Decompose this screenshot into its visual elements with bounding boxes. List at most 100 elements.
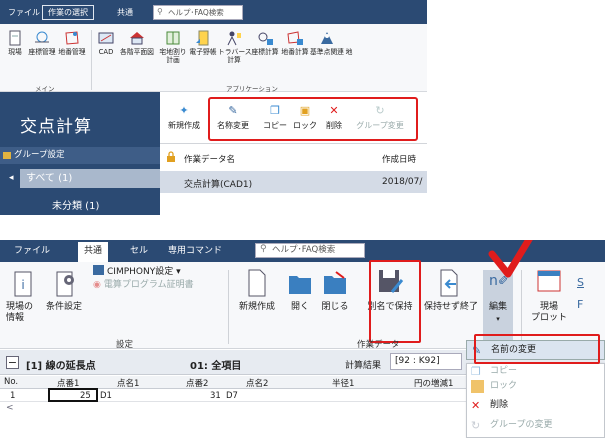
chevron-down-icon: ▾: [496, 315, 500, 323]
delete-icon: ✕: [471, 399, 481, 412]
calc-result-field[interactable]: [92 : K92]: [390, 353, 462, 370]
grid-icon: [166, 31, 180, 45]
site-info-button[interactable]: i 現場の 情報: [6, 271, 40, 324]
toolbar-new-button[interactable]: ✦ 新規作成: [166, 104, 202, 131]
grid-header-circle1[interactable]: 円の増減1: [414, 377, 453, 389]
save-as-highlight: [369, 260, 421, 343]
tab-common[interactable]: 共通: [78, 242, 109, 262]
ribbon-field-book[interactable]: 電子野帳: [188, 30, 218, 56]
condition-setting-button[interactable]: 条件設定: [44, 271, 84, 313]
cimphony-icon: [93, 265, 104, 275]
ribbon-cad[interactable]: CAD: [95, 30, 117, 56]
ribbon-lot-calc[interactable]: 地番計算: [280, 30, 310, 56]
ribbon-more[interactable]: 地: [344, 30, 354, 56]
cad-icon: [98, 32, 114, 44]
page-title: 交点計算: [20, 117, 92, 137]
exit-icon: [440, 269, 458, 297]
certificate-icon: ◉: [93, 280, 101, 290]
tree-item-uncategorized[interactable]: 未分類 (1): [52, 197, 99, 212]
program-certificate-button[interactable]: ◉ 電算プログラム証明書: [93, 277, 194, 290]
surveyor-icon: [227, 31, 241, 46]
lot-icon: [65, 31, 79, 45]
ribbon-floor-plan[interactable]: 各階平面図: [117, 30, 157, 56]
group-setting-label: 設定: [116, 340, 134, 350]
row-date: 2018/07/: [382, 177, 423, 187]
cell-name1: D1: [100, 391, 112, 401]
document-icon: [9, 30, 21, 46]
info-icon: i: [14, 271, 32, 297]
ribbon-side-letter[interactable]: S: [577, 276, 584, 289]
search-icon: ⚲: [260, 244, 267, 254]
house-icon: [130, 32, 144, 45]
field-book-icon: [196, 30, 209, 46]
group-workdata-label: 作業データ: [357, 340, 400, 350]
expand-arrow-icon[interactable]: ◂: [9, 173, 14, 183]
menu-item-change-group[interactable]: ↻ グループの変更: [466, 416, 605, 435]
rename-highlight: [474, 334, 600, 364]
benchmark-icon: [321, 32, 333, 44]
new-document-icon: [248, 269, 266, 297]
grid-header-no[interactable]: No.: [4, 377, 18, 387]
record-title: [1] 線の延長点: [26, 361, 96, 372]
help-search-input[interactable]: ⚲ ヘルプ･FAQ検索: [153, 5, 243, 20]
lock-icon: [471, 380, 484, 393]
ribbon-coord-mgmt[interactable]: 座標管理: [27, 30, 57, 56]
calc-result-label: 計算結果: [345, 361, 382, 371]
column-header-date[interactable]: 作成日時: [382, 153, 416, 165]
ribbon-coord-calc[interactable]: 座標計算: [250, 30, 280, 56]
grid-header-name1[interactable]: 点名1: [117, 377, 139, 389]
folder-open-icon: [289, 276, 311, 294]
ribbon-lot-mgmt[interactable]: 地番管理: [57, 30, 87, 56]
ribbon-site[interactable]: 現場: [3, 30, 27, 56]
scroll-left-icon[interactable]: <: [6, 403, 14, 413]
grid-header-name2[interactable]: 点名2: [246, 377, 268, 389]
grid-header-radius1[interactable]: 半径1: [332, 377, 354, 389]
divider: [160, 143, 427, 144]
close-button[interactable]: 閉じる: [320, 271, 350, 313]
svg-text:i: i: [21, 278, 24, 292]
help-search-input[interactable]: ⚲ ヘルプ･FAQ検索: [255, 243, 365, 258]
grid-header-point2[interactable]: 点番2: [186, 377, 208, 389]
ribbon-lot-plan[interactable]: 宅地割り 計画: [158, 30, 188, 64]
cell-point2: 31: [210, 391, 221, 401]
folder-close-icon: [324, 271, 346, 294]
column-header-name[interactable]: 作業データ名: [184, 153, 235, 165]
ribbon-traverse[interactable]: トラバース 計算: [218, 30, 252, 64]
calc-lot-icon: [287, 31, 303, 45]
ribbon-divider: [91, 30, 92, 90]
ribbon-side-letter[interactable]: F: [577, 298, 583, 311]
new-icon: ✦: [179, 104, 189, 117]
menu-item-lock[interactable]: ロック: [466, 377, 605, 396]
site-plot-button[interactable]: 現場 プロット: [527, 270, 571, 324]
tab-common[interactable]: 共通: [112, 4, 138, 24]
group-setting-button[interactable]: グループ設定: [0, 147, 160, 164]
folder-icon: [3, 152, 11, 159]
cell-point1: 25: [80, 391, 91, 401]
exit-without-save-button[interactable]: 保持せず終了: [422, 269, 480, 313]
top-screenshot: ファイル 作業の選択 共通 ⚲ ヘルプ･FAQ検索 現場 座標管理 地番管理 CA…: [0, 0, 427, 215]
cimphony-setting-button[interactable]: CIMPHONY設定 ▾: [93, 264, 181, 277]
bottom-screenshot: ファイル 共通 セル 専用コマンド ⚲ ヘルプ･FAQ検索 i 現場の 情報 条件…: [0, 240, 605, 438]
new-button[interactable]: 新規作成: [233, 269, 281, 313]
open-button[interactable]: 開く: [285, 276, 315, 313]
tab-file[interactable]: ファイル: [8, 242, 56, 262]
tab-file[interactable]: ファイル: [3, 4, 45, 24]
tree-item-all[interactable]: すべて (1): [20, 169, 160, 188]
collapse-button[interactable]: −: [6, 356, 19, 369]
menu-item-delete[interactable]: ✕ 削除: [466, 396, 605, 415]
group-change-icon: ↻: [471, 419, 481, 432]
tab-work-select[interactable]: 作業の選択: [42, 5, 94, 20]
group-app-label: アプリケーション: [226, 85, 278, 93]
cell-no: 1: [10, 391, 16, 401]
check-mark-icon: [488, 240, 533, 278]
search-icon: ⚲: [157, 7, 163, 16]
all-items-select[interactable]: 01: 全項目: [190, 357, 241, 372]
tab-cell[interactable]: セル: [124, 242, 154, 262]
highlight-box: [208, 97, 418, 141]
row-name: 交点計算(CAD1): [184, 180, 253, 190]
ribbon-benchmark[interactable]: 基準点関連: [310, 30, 344, 56]
tab-dedicated-commands[interactable]: 専用コマンド: [162, 242, 228, 262]
ribbon-divider: [228, 270, 229, 344]
gear-document-icon: [56, 271, 74, 297]
lock-column-icon: [167, 151, 175, 162]
